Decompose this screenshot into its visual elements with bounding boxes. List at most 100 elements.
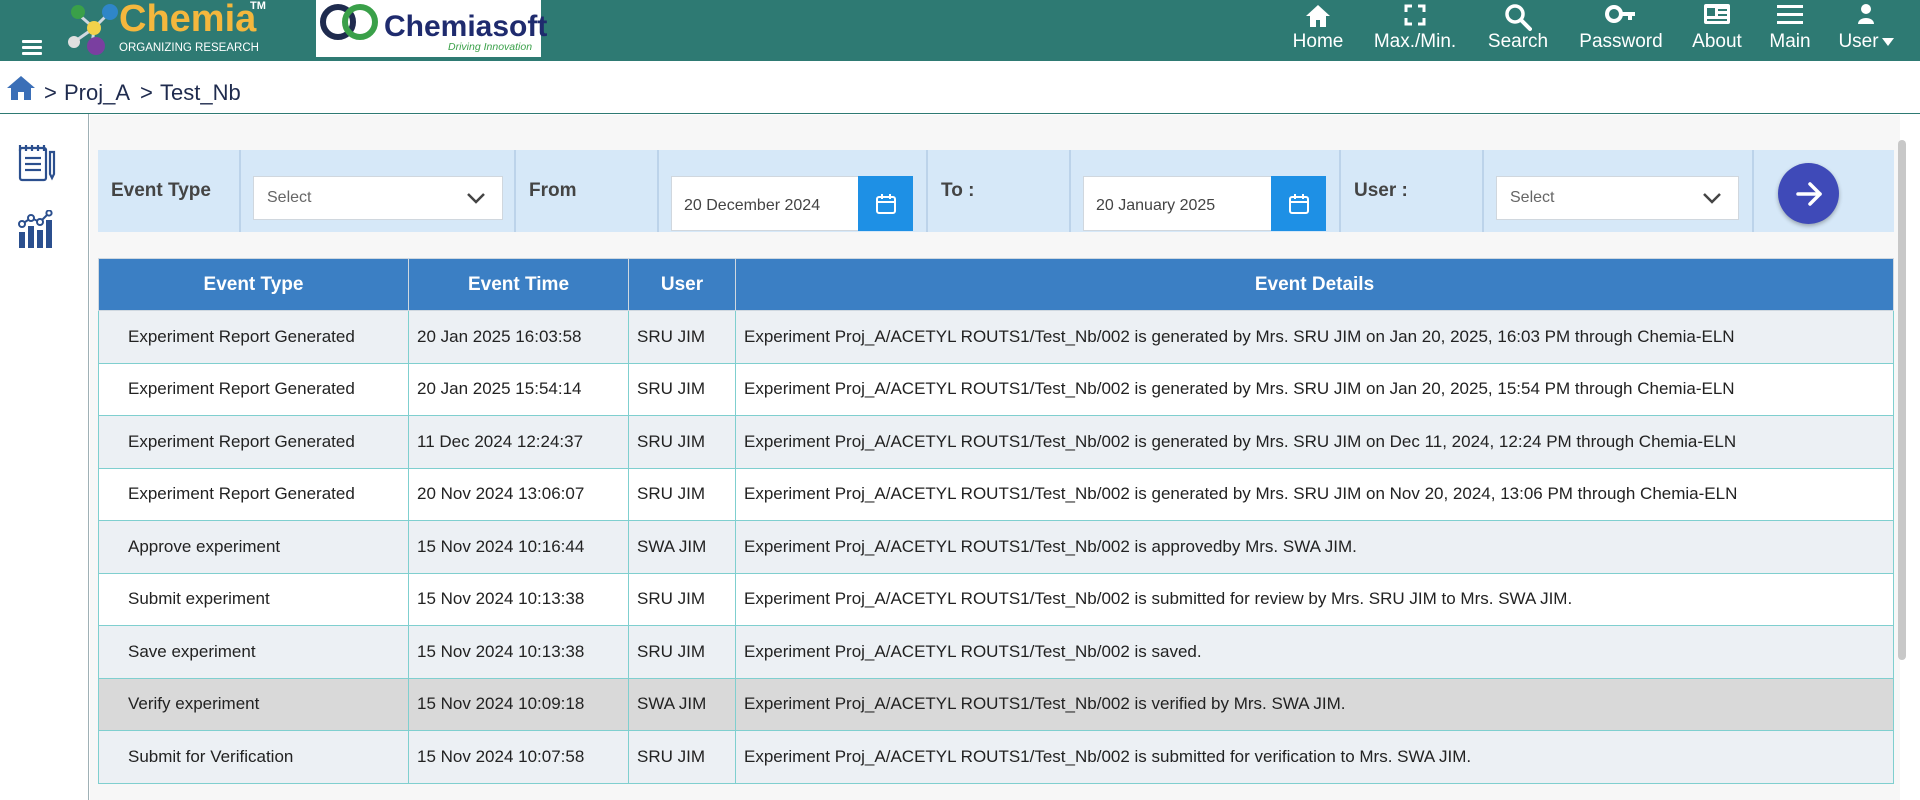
cell-event-time: 15 Nov 2024 10:13:38 <box>408 625 629 679</box>
cell-user: SRU JIM <box>628 572 736 626</box>
from-calendar-button[interactable] <box>858 176 913 231</box>
nav-main[interactable]: Main <box>1762 0 1818 61</box>
filter-user-label-cell: User : <box>1341 150 1484 232</box>
to-calendar-button[interactable] <box>1271 176 1326 231</box>
molecule-icon <box>68 4 118 55</box>
cell-event-details: Experiment Proj_A/ACETYL ROUTS1/Test_Nb/… <box>735 730 1894 784</box>
event-type-select-value: Select <box>267 189 312 206</box>
key-icon <box>1568 0 1674 30</box>
chevron-down-icon <box>467 193 485 204</box>
nav-user-dropdown[interactable]: User <box>1833 0 1899 61</box>
cell-event-type: Experiment Report Generated <box>98 310 409 364</box>
table-row[interactable]: Experiment Report Generated 11 Dec 2024 … <box>98 415 1894 469</box>
cell-event-details: Experiment Proj_A/ACETYL ROUTS1/Test_Nb/… <box>735 520 1894 574</box>
cell-user: SRU JIM <box>628 467 736 521</box>
table-row[interactable]: Experiment Report Generated 20 Jan 2025 … <box>98 362 1894 416</box>
cell-event-time: 20 Nov 2024 13:06:07 <box>408 467 629 521</box>
cell-event-time: 20 Jan 2025 16:03:58 <box>408 310 629 364</box>
filter-from-date-cell: 20 December 2024 <box>659 150 928 232</box>
column-header-event-type[interactable]: Event Type <box>98 258 409 311</box>
cell-event-type: Submit for Verification <box>98 730 409 784</box>
chart-icon[interactable] <box>16 209 58 255</box>
filter-to-label: To : <box>941 180 975 201</box>
user-select[interactable]: Select <box>1496 176 1739 220</box>
filter-bar: Event Type Select From 20 December 2024 … <box>98 150 1894 232</box>
breadcrumb-separator: > <box>140 80 153 105</box>
cell-event-type: Save experiment <box>98 625 409 679</box>
chemia-wordmark: Chemia <box>119 0 257 40</box>
nav-password[interactable]: Password <box>1568 0 1674 61</box>
fullscreen-icon <box>1365 0 1465 30</box>
cell-event-type: Experiment Report Generated <box>98 415 409 469</box>
breadcrumb-home-icon[interactable] <box>6 75 36 106</box>
filter-to-date-cell: 20 January 2025 <box>1071 150 1341 232</box>
id-card-icon <box>1682 0 1752 30</box>
cell-event-details: Experiment Proj_A/ACETYL ROUTS1/Test_Nb/… <box>735 572 1894 626</box>
cell-event-type: Experiment Report Generated <box>98 467 409 521</box>
chemiasoft-logo: Chemiasoft Driving Innovation <box>316 0 547 57</box>
nav-user-text: User <box>1838 31 1879 52</box>
scrollbar-thumb[interactable] <box>1898 140 1906 660</box>
breadcrumb-item-proj-a[interactable]: Proj_A <box>64 80 130 106</box>
cell-user: SRU JIM <box>628 730 736 784</box>
to-date-input[interactable]: 20 January 2025 <box>1083 176 1272 231</box>
nav-home-label: Home <box>1292 31 1344 52</box>
column-header-event-details[interactable]: Event Details <box>735 258 1894 311</box>
nav-user-label: User <box>1833 31 1899 53</box>
chemia-tagline: ORGANIZING RESEARCH <box>119 42 259 54</box>
table-row[interactable]: Submit experiment 15 Nov 2024 10:13:38 S… <box>98 572 1894 626</box>
cell-event-details: Experiment Proj_A/ACETYL ROUTS1/Test_Nb/… <box>735 415 1894 469</box>
breadcrumb: > Proj_A > Test_Nb <box>0 61 1920 114</box>
cell-user: SRU JIM <box>628 415 736 469</box>
user-select-value: Select <box>1510 189 1555 206</box>
filter-user-select-cell: Select <box>1484 150 1754 232</box>
audit-trail-table: Event Type Event Time User Event Details… <box>98 258 1894 784</box>
menu-icon <box>1762 0 1818 30</box>
cell-event-type: Verify experiment <box>98 677 409 731</box>
notebook-icon[interactable] <box>16 142 58 189</box>
table-row[interactable]: Approve experiment 15 Nov 2024 10:16:44 … <box>98 520 1894 574</box>
cell-event-time: 15 Nov 2024 10:13:38 <box>408 572 629 626</box>
caret-down-icon <box>1881 37 1894 46</box>
home-icon <box>1283 0 1353 30</box>
user-icon <box>1833 0 1899 30</box>
table-row[interactable]: Experiment Report Generated 20 Jan 2025 … <box>98 310 1894 364</box>
chemiasoft-tagline: Driving Innovation <box>448 41 533 53</box>
apply-filter-button[interactable] <box>1778 163 1839 224</box>
nav-search[interactable]: Search <box>1476 0 1560 61</box>
cell-event-details: Experiment Proj_A/ACETYL ROUTS1/Test_Nb/… <box>735 310 1894 364</box>
filter-event-type-label: Event Type <box>111 180 211 201</box>
vertical-scrollbar[interactable] <box>1896 122 1908 682</box>
table-row[interactable]: Experiment Report Generated 20 Nov 2024 … <box>98 467 1894 521</box>
column-header-user[interactable]: User <box>628 258 736 311</box>
search-icon <box>1476 0 1560 31</box>
cell-event-type: Experiment Report Generated <box>98 362 409 416</box>
cell-event-details: Experiment Proj_A/ACETYL ROUTS1/Test_Nb/… <box>735 362 1894 416</box>
table-row[interactable]: Save experiment 15 Nov 2024 10:13:38 SRU… <box>98 625 1894 679</box>
chemiasoft-wordmark: Chemiasoft <box>384 10 548 43</box>
from-date-input[interactable]: 20 December 2024 <box>671 176 859 231</box>
column-header-event-time[interactable]: Event Time <box>408 258 629 311</box>
filter-event-type-label-cell: Event Type <box>98 150 241 232</box>
hamburger-menu-icon[interactable] <box>22 40 42 56</box>
trademark-mark: TM <box>250 0 266 12</box>
nav-about-label: About <box>1692 31 1742 52</box>
nav-about[interactable]: About <box>1682 0 1752 61</box>
event-type-select[interactable]: Select <box>253 176 503 220</box>
table-row-hovered[interactable]: Verify experiment 15 Nov 2024 10:09:18 S… <box>98 677 1894 731</box>
nav-maximize[interactable]: Max./Min. <box>1365 0 1465 61</box>
nav-password-label: Password <box>1579 31 1663 52</box>
cell-event-details: Experiment Proj_A/ACETYL ROUTS1/Test_Nb/… <box>735 677 1894 731</box>
cell-event-time: 15 Nov 2024 10:09:18 <box>408 677 629 731</box>
cell-event-time: 15 Nov 2024 10:16:44 <box>408 520 629 574</box>
left-sidebar <box>0 114 89 800</box>
breadcrumb-item-test-nb[interactable]: Test_Nb <box>160 80 241 106</box>
table-row[interactable]: Submit for Verification 15 Nov 2024 10:0… <box>98 730 1894 784</box>
cell-event-time: 11 Dec 2024 12:24:37 <box>408 415 629 469</box>
filter-user-label: User : <box>1354 180 1408 201</box>
cell-user: SRU JIM <box>628 362 736 416</box>
nav-home[interactable]: Home <box>1283 0 1353 61</box>
cell-user: SRU JIM <box>628 625 736 679</box>
main-content: Event Type Select From 20 December 2024 … <box>90 115 1900 800</box>
to-date-value: 20 January 2025 <box>1096 197 1216 214</box>
